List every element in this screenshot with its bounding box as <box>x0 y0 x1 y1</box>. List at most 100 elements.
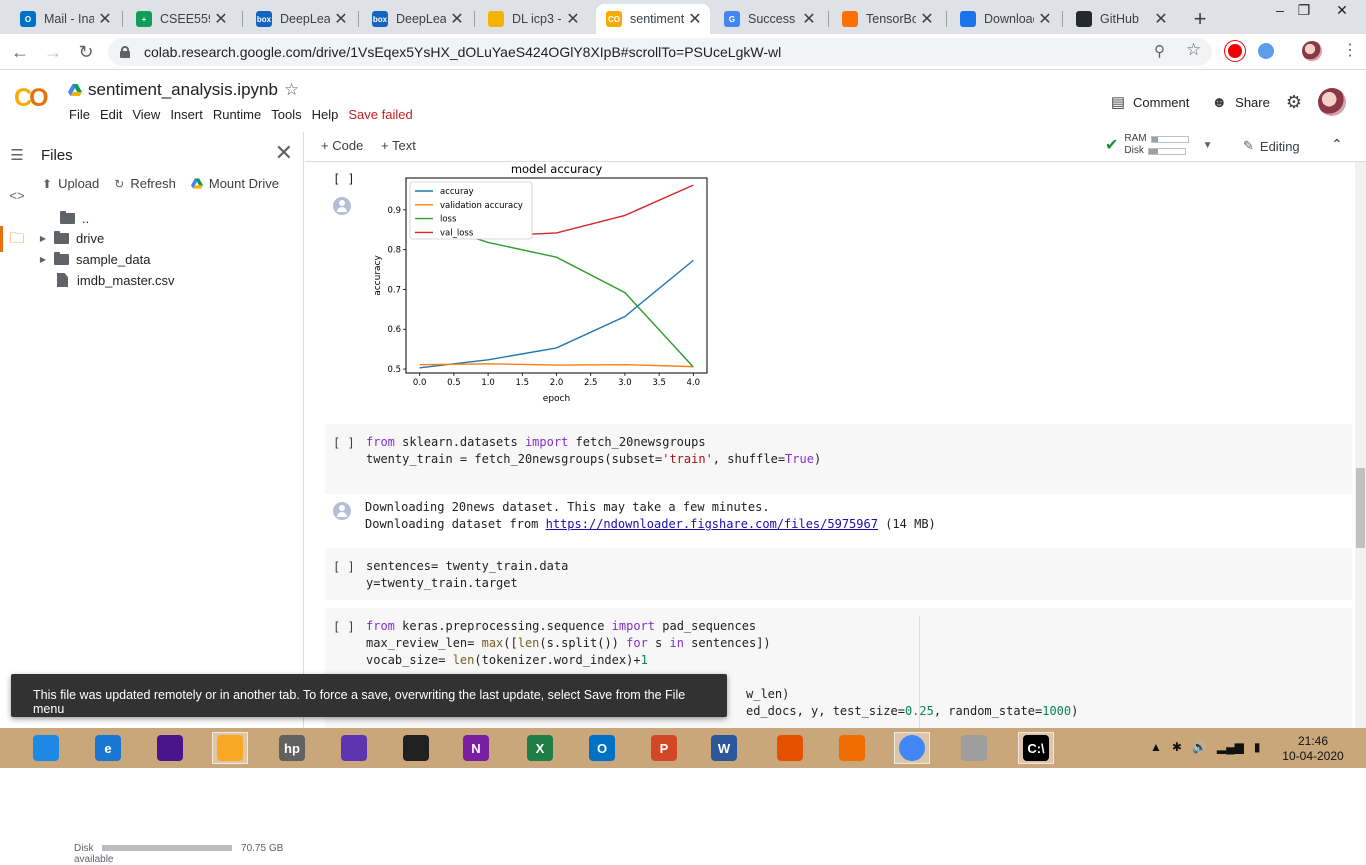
zoom-icon[interactable]: ⚲ <box>1154 42 1165 60</box>
share-button[interactable]: ☻ Share <box>1211 94 1270 111</box>
close-window-button[interactable]: ✕ <box>1332 2 1352 19</box>
close-tab-icon[interactable]: ✕ <box>688 9 702 29</box>
chevron-up-icon[interactable]: ▲ <box>1150 740 1162 754</box>
run-cell-button[interactable]: [ ] <box>333 172 355 186</box>
taskbar-app-camera[interactable] <box>834 732 870 764</box>
editing-mode-button[interactable]: ✎ Editing <box>1243 138 1300 154</box>
run-cell-button[interactable]: [ ] <box>333 560 355 574</box>
files-icon[interactable]: 🗀 <box>0 228 34 253</box>
browser-tab[interactable]: O Mail - Ina ✕ <box>10 4 120 34</box>
new-tab-button[interactable]: + <box>1190 6 1210 32</box>
close-tab-icon[interactable]: ✕ <box>98 9 112 29</box>
wifi-signal-icon[interactable]: ▂▄▆ <box>1217 740 1244 754</box>
browser-tab[interactable]: G Success c ✕ <box>714 4 824 34</box>
caret-down-icon[interactable]: ▼ <box>1203 140 1213 151</box>
menu-insert[interactable]: Insert <box>165 107 208 122</box>
code-cell[interactable]: [ ] from sklearn.datasets import fetch_2… <box>325 424 1352 494</box>
browser-tab[interactable]: GitHub ✕ <box>1066 4 1176 34</box>
close-tab-icon[interactable]: ✕ <box>802 9 816 29</box>
taskbar-app-chrome[interactable] <box>894 732 930 764</box>
menu-edit[interactable]: Edit <box>95 107 127 122</box>
taskbar-app-powerpoint[interactable]: P <box>646 732 682 764</box>
code-cell[interactable]: [ ] sentences= twenty_train.data y=twent… <box>325 548 1352 600</box>
back-arrow-icon[interactable]: ← <box>8 40 32 64</box>
opera-extension-icon[interactable] <box>1225 41 1245 61</box>
taskbar-app-explorer[interactable] <box>212 732 248 764</box>
taskbar-app-outlook[interactable]: O <box>584 732 620 764</box>
reload-icon[interactable]: ↻ <box>74 40 98 64</box>
upload-button[interactable]: ⬆ Upload <box>42 176 99 191</box>
menu-runtime[interactable]: Runtime <box>208 107 266 122</box>
toc-icon[interactable]: ☰ <box>0 146 34 164</box>
chevron-right-icon[interactable]: ▶ <box>38 255 48 264</box>
mount-drive-button[interactable]: Mount Drive <box>190 176 279 191</box>
taskbar-app-word[interactable]: W <box>706 732 742 764</box>
taskbar-clock[interactable]: 21:46 10-04-2020 <box>1278 734 1348 764</box>
taskbar-app-media[interactable] <box>398 732 434 764</box>
tree-item-drive[interactable]: ▶ drive <box>38 228 104 248</box>
taskbar-app-tool[interactable] <box>956 732 992 764</box>
menu-help[interactable]: Help <box>307 107 344 122</box>
browser-tab[interactable]: TensorBo ✕ <box>832 4 942 34</box>
restore-window-button[interactable]: ❐ <box>1294 2 1314 19</box>
close-tab-icon[interactable]: ✕ <box>566 9 580 29</box>
taskbar-app-ie[interactable]: e <box>90 732 126 764</box>
run-cell-button[interactable]: [ ] <box>333 436 355 450</box>
tree-parent-folder[interactable]: .. <box>44 208 89 228</box>
star-icon[interactable]: ☆ <box>284 80 299 100</box>
add-code-button[interactable]: + Code <box>321 138 363 153</box>
browser-tab[interactable]: CO sentiment ✕ <box>596 4 710 34</box>
browser-tab[interactable]: + CSEE5590 ✕ <box>126 4 236 34</box>
minimize-window-button[interactable]: – <box>1270 2 1290 18</box>
run-cell-button[interactable]: [ ] <box>333 620 355 634</box>
close-icon[interactable]: ✕ <box>275 140 293 166</box>
taskbar-app-onenote[interactable]: N <box>458 732 494 764</box>
battery-icon[interactable]: ▮ <box>1254 740 1261 754</box>
taskbar-app-excel[interactable]: X <box>522 732 558 764</box>
browser-tab[interactable]: box DeepLear ✕ <box>246 4 356 34</box>
close-tab-icon[interactable]: ✕ <box>920 9 934 29</box>
colab-logo[interactable]: CO <box>14 84 49 113</box>
add-text-button[interactable]: + Text <box>381 138 416 153</box>
refresh-button[interactable]: ↻ Refresh <box>114 176 176 191</box>
profile-avatar-icon[interactable] <box>1302 41 1322 61</box>
scrollbar-thumb[interactable] <box>1356 468 1365 548</box>
tree-item-sample-data[interactable]: ▶ sample_data <box>38 249 150 269</box>
browser-menu-icon[interactable]: ⋮ <box>1342 40 1358 60</box>
avatar[interactable] <box>1318 88 1346 116</box>
close-tab-icon[interactable]: ✕ <box>214 9 228 29</box>
menu-view[interactable]: View <box>127 107 165 122</box>
close-tab-icon[interactable]: ✕ <box>1154 9 1168 29</box>
notebook-title[interactable]: sentiment_analysis.ipynb <box>68 80 278 100</box>
tree-item-imdb-master[interactable]: imdb_master.csv <box>54 270 175 290</box>
save-status[interactable]: Save failed <box>343 107 417 122</box>
taskbar-app-terminal[interactable]: C:\ <box>1018 732 1054 764</box>
taskbar-app-snip[interactable] <box>772 732 808 764</box>
menu-tools[interactable]: Tools <box>266 107 306 122</box>
taskbar-app-rocket[interactable] <box>28 732 64 764</box>
extension-badge-icon[interactable] <box>1258 43 1274 59</box>
code-snippets-icon[interactable]: <> <box>0 188 34 203</box>
browser-tab[interactable]: box DeepLear ✕ <box>362 4 472 34</box>
close-tab-icon[interactable]: ✕ <box>334 9 348 29</box>
taskbar-app-paint[interactable] <box>152 732 188 764</box>
bluetooth-icon[interactable]: ✱ <box>1172 740 1182 754</box>
address-bar[interactable]: colab.research.google.com/drive/1VsEqex5… <box>108 38 1212 66</box>
forward-arrow-icon[interactable]: → <box>41 40 65 64</box>
browser-tab[interactable]: Downloac ✕ <box>950 4 1060 34</box>
bookmark-star-icon[interactable]: ☆ <box>1186 40 1201 60</box>
menu-file[interactable]: File <box>64 107 95 122</box>
notebook-scrollbar[interactable] <box>1355 162 1366 728</box>
browser-tab[interactable]: DL icp3 - ✕ <box>478 4 588 34</box>
dataset-link[interactable]: https://ndownloader.figshare.com/files/5… <box>546 517 878 531</box>
close-tab-icon[interactable]: ✕ <box>450 9 464 29</box>
settings-button[interactable]: ⚙ <box>1286 92 1302 113</box>
collapse-header-icon[interactable]: ⌃ <box>1331 136 1343 153</box>
chevron-right-icon[interactable]: ▶ <box>38 234 48 243</box>
close-tab-icon[interactable]: ✕ <box>1038 9 1052 29</box>
comment-button[interactable]: ▤ Comment <box>1111 93 1190 111</box>
volume-icon[interactable]: 🔊 <box>1192 740 1207 754</box>
taskbar-app-hp[interactable]: hp <box>274 732 310 764</box>
taskbar-app-vs[interactable] <box>336 732 372 764</box>
resources-indicator[interactable]: ✔ RAM Disk ▼ <box>1105 133 1213 157</box>
